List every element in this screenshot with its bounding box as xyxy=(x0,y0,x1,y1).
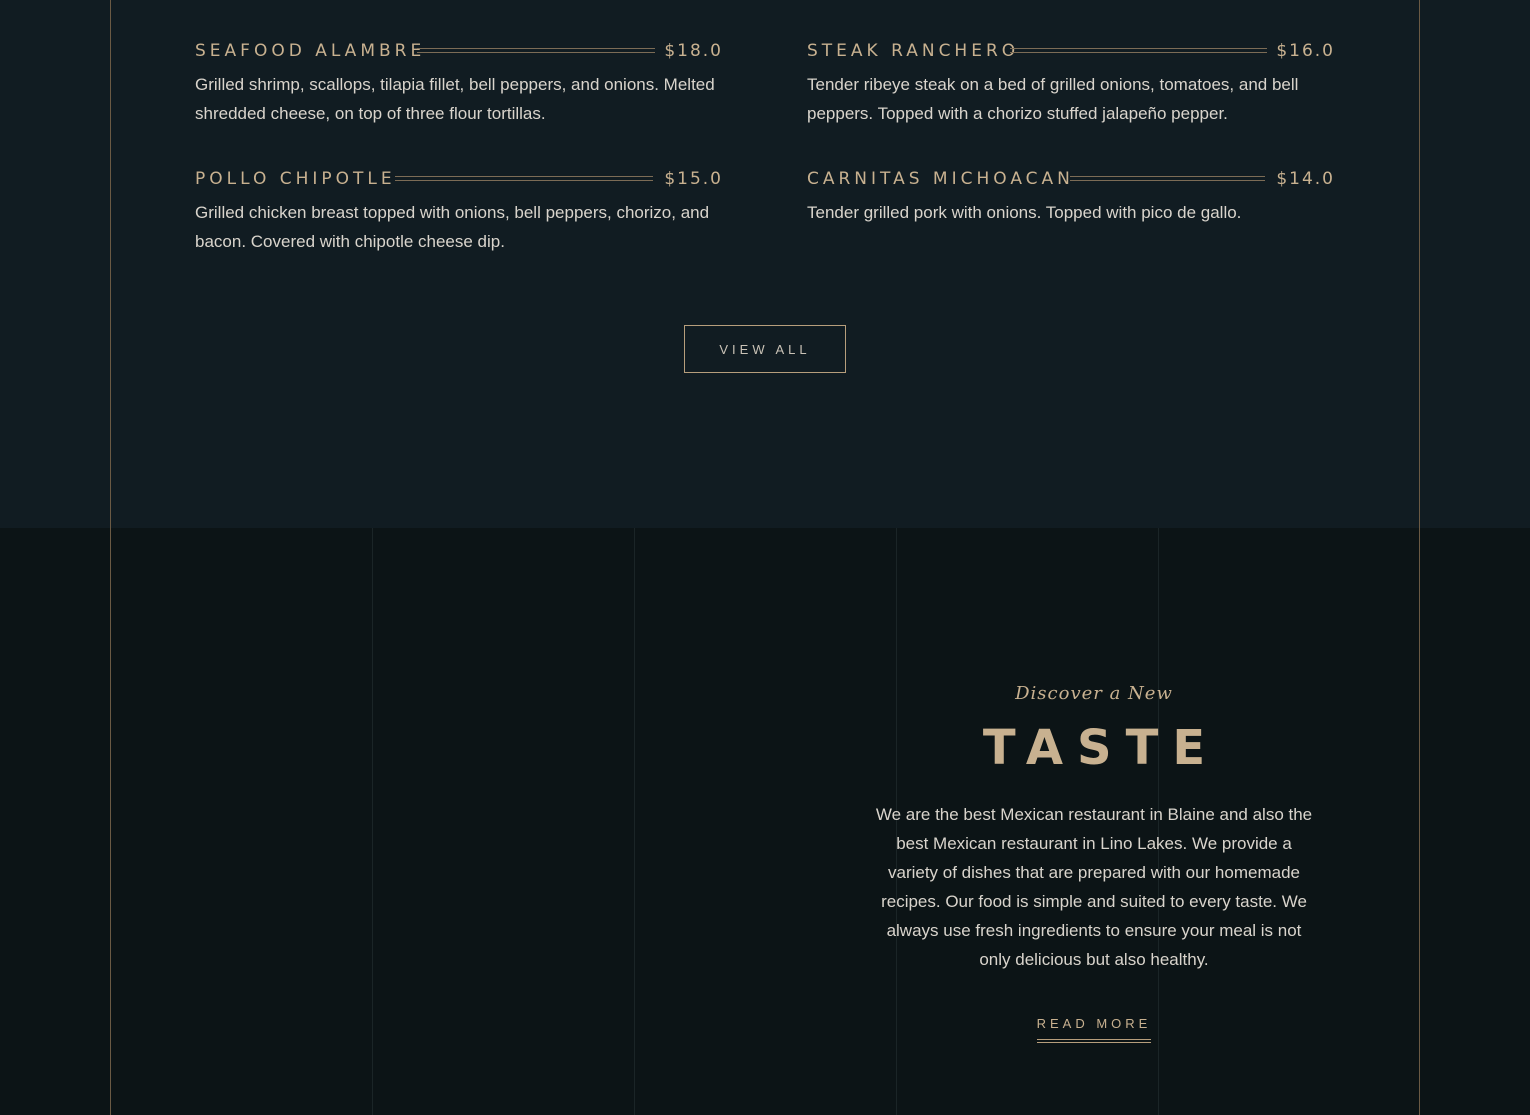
menu-item-description: Grilled chicken breast topped with onion… xyxy=(195,203,710,251)
menu-item-header: Seafood Alambre $18.0 xyxy=(195,38,723,64)
frame-border-right xyxy=(1419,528,1420,1115)
menu-item: Steak Ranchero $16.0 Tender ribeye steak… xyxy=(807,38,1335,128)
menu-item-name: Steak Ranchero xyxy=(807,41,1020,61)
menu-item: Pollo Chipotle $15.0 Grilled chicken bre… xyxy=(195,166,723,256)
menu-item-name: Seafood Alambre xyxy=(195,41,426,61)
menu-item-price: $18.0 xyxy=(664,41,723,61)
menu-item-description: Tender ribeye steak on a bed of grilled … xyxy=(807,75,1299,123)
menu-item-header: Steak Ranchero $16.0 xyxy=(807,38,1335,64)
frame-border-left xyxy=(110,528,111,1115)
menu-item-price: $15.0 xyxy=(664,169,723,189)
frame-border-right xyxy=(1419,0,1420,528)
menu-item: Seafood Alambre $18.0 Grilled shrimp, sc… xyxy=(195,38,723,128)
menu-item-price: $16.0 xyxy=(1276,41,1335,61)
about-kicker: Discover a New xyxy=(1015,683,1173,704)
view-all-button[interactable]: View All xyxy=(684,325,846,373)
menu-item-header: Pollo Chipotle $15.0 xyxy=(195,166,723,192)
menu-item: Carnitas Michoacan $14.0 Tender grilled … xyxy=(807,166,1335,227)
about-title: TASTE xyxy=(982,720,1220,776)
about-text: We are the best Mexican restaurant in Bl… xyxy=(875,805,1313,969)
menu-item-price: $14.0 xyxy=(1276,169,1335,189)
price-leader-line xyxy=(1010,48,1267,53)
menu-item-description: Tender grilled pork with onions. Topped … xyxy=(807,203,1242,222)
about-section: Discover a New TASTE We are the best Mex… xyxy=(0,528,1530,1115)
price-leader-line xyxy=(395,176,653,181)
menu-item-name: Pollo Chipotle xyxy=(195,169,396,189)
menu-item-header: Carnitas Michoacan $14.0 xyxy=(807,166,1335,192)
menu-section: Seafood Alambre $18.0 Grilled shrimp, sc… xyxy=(0,0,1530,528)
read-more-link[interactable]: Read More xyxy=(1036,1016,1152,1043)
about-content: Discover a New TASTE We are the best Mex… xyxy=(874,683,1314,1043)
menu-item-name: Carnitas Michoacan xyxy=(807,169,1074,189)
menu-item-description: Grilled shrimp, scallops, tilapia fillet… xyxy=(195,75,715,123)
price-leader-line xyxy=(417,48,655,53)
frame-border-left xyxy=(110,0,111,528)
column-divider xyxy=(634,528,635,1115)
price-leader-line xyxy=(1070,176,1265,181)
column-divider xyxy=(372,528,373,1115)
